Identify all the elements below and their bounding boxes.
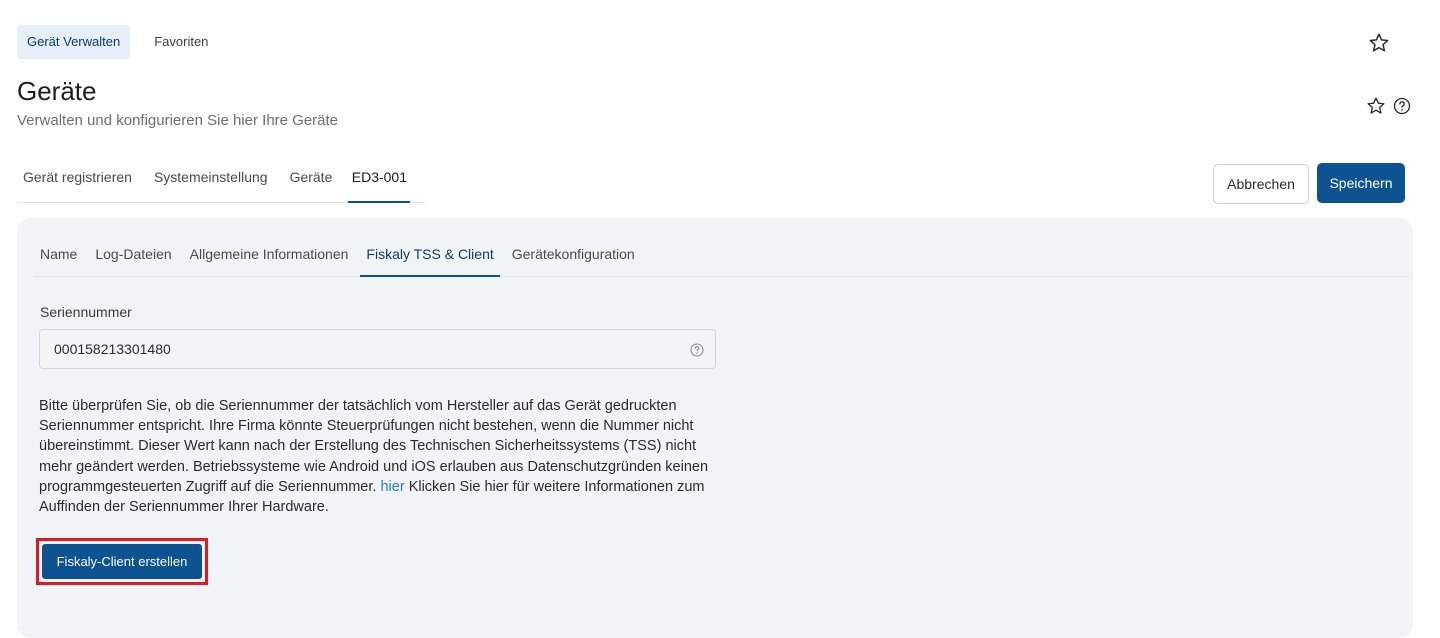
favorite-star-icon[interactable] [1366, 96, 1386, 116]
tab-geraet-registrieren[interactable]: Gerät registrieren [17, 152, 138, 202]
detail-tab-bar: Name Log-Dateien Allgemeine Informatione… [34, 231, 1410, 277]
help-icon[interactable] [689, 342, 705, 358]
tab-fiskaly-tss-client[interactable]: Fiskaly TSS & Client [360, 231, 501, 277]
serial-number-input[interactable] [40, 330, 680, 368]
serial-number-field [39, 329, 716, 369]
save-button[interactable]: Speichern [1317, 163, 1405, 203]
serial-info-text: Bitte überprüfen Sie, ob die Seriennumme… [39, 396, 729, 517]
info-link[interactable]: hier [380, 479, 404, 495]
page-title: Geräte [17, 76, 97, 106]
breadcrumb: Gerät registrieren Systemeinstellung Ger… [17, 152, 425, 203]
tab-geraete[interactable]: Geräte [284, 152, 339, 202]
title-actions [1360, 96, 1412, 116]
top-tab-bar: Gerät Verwalten Favoriten [17, 25, 232, 59]
tab-geraetekonfiguration[interactable]: Gerätekonfiguration [506, 231, 641, 276]
tab-ed3-001[interactable]: ED3-001 [348, 152, 411, 203]
page-subtitle: Verwalten und konfigurieren Sie hier Ihr… [17, 112, 339, 129]
cancel-button[interactable]: Abbrechen [1213, 164, 1309, 204]
tab-systemeinstellung[interactable]: Systemeinstellung [148, 152, 274, 202]
highlight-box: Fiskaly-Client erstellen [36, 538, 208, 585]
device-detail-panel: Name Log-Dateien Allgemeine Informatione… [17, 218, 1413, 638]
help-icon[interactable] [1392, 96, 1412, 116]
tab-log-dateien[interactable]: Log-Dateien [89, 231, 177, 276]
tab-name[interactable]: Name [34, 231, 83, 276]
tab-allgemeine-informationen[interactable]: Allgemeine Informationen [184, 231, 355, 276]
star-icon[interactable] [1368, 32, 1390, 54]
top-tab-geraet-verwalten[interactable]: Gerät Verwalten [17, 25, 131, 59]
create-fiskaly-client-button[interactable]: Fiskaly-Client erstellen [42, 544, 202, 579]
serial-number-label: Seriennummer [40, 304, 132, 320]
top-tab-favoriten[interactable]: Favoriten [144, 25, 218, 59]
